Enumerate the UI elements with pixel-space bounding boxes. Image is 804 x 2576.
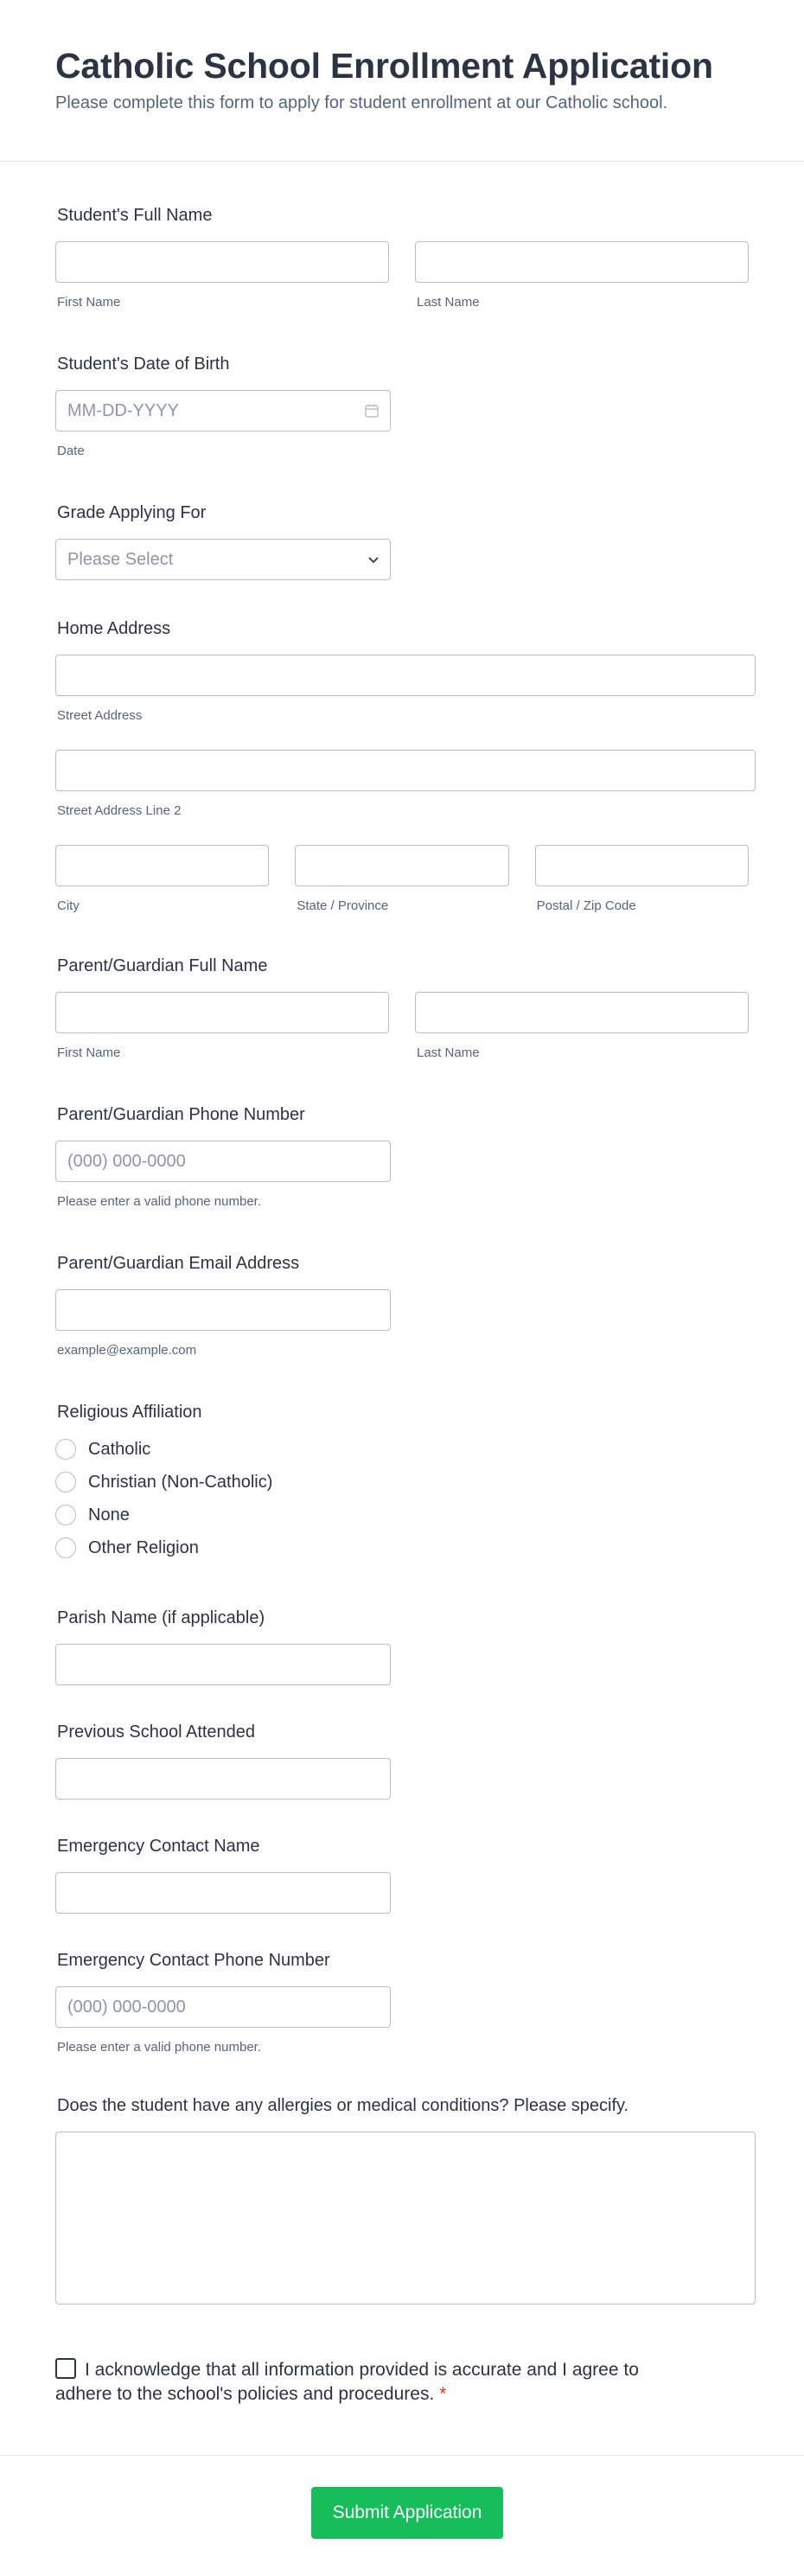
medical-textarea[interactable] <box>55 2132 756 2304</box>
religion-option-other[interactable]: Other Religion <box>55 1531 749 1564</box>
form-page: Catholic School Enrollment Application P… <box>0 0 804 2576</box>
emergency-phone-question: Emergency Contact Phone Number (000) 000… <box>55 1950 749 2055</box>
last-name-sublabel: Last Name <box>417 295 480 310</box>
parish-question: Parish Name (if applicable) <box>55 1608 749 1685</box>
emergency-phone-input[interactable]: (000) 000-0000 <box>55 1986 391 2028</box>
radio-button[interactable] <box>55 1537 76 1558</box>
address-question: Home Address Street Address Street Addre… <box>55 618 756 914</box>
guardian-first-name-input[interactable] <box>55 992 389 1033</box>
grade-question: Grade Applying For Please Select <box>55 502 749 580</box>
radio-label: Catholic <box>88 1439 151 1459</box>
emergency-name-question: Emergency Contact Name <box>55 1836 749 1914</box>
medical-label: Does the student have any allergies or m… <box>57 2096 629 2115</box>
street-address-line2-sublabel: Street Address Line 2 <box>57 803 182 818</box>
dob-sublabel: Date <box>57 444 85 458</box>
radio-button[interactable] <box>55 1439 76 1460</box>
dob-label: Student's Date of Birth <box>57 355 230 374</box>
acknowledge-checkbox[interactable] <box>55 2358 76 2379</box>
acknowledge-block[interactable]: I acknowledge that all information provi… <box>55 2356 678 2407</box>
street-address-line2-input[interactable] <box>55 750 756 791</box>
state-input[interactable] <box>295 845 509 886</box>
previous-school-label: Previous School Attended <box>57 1723 256 1742</box>
student-name-question: Student's Full Name First Name Last Name <box>55 205 749 310</box>
student-first-name-input[interactable] <box>55 241 389 283</box>
guardian-email-question: Parent/Guardian Email Address example@ex… <box>55 1253 749 1358</box>
guardian-email-label: Parent/Guardian Email Address <box>57 1254 300 1273</box>
religion-options: Catholic Christian (Non-Catholic) None O… <box>55 1433 749 1564</box>
zip-input[interactable] <box>534 845 749 886</box>
religion-question: Religious Affiliation Catholic Christian… <box>55 1402 749 1564</box>
parish-input[interactable] <box>55 1644 391 1685</box>
parish-label: Parish Name (if applicable) <box>57 1608 265 1627</box>
radio-label: Other Religion <box>88 1537 199 1557</box>
first-name-sublabel: First Name <box>57 295 121 310</box>
acknowledge-text: I acknowledge that all information provi… <box>55 2360 639 2404</box>
religion-option-catholic[interactable]: Catholic <box>55 1433 749 1466</box>
previous-school-input[interactable] <box>55 1758 391 1799</box>
guardian-email-input[interactable] <box>55 1289 391 1331</box>
religion-option-none[interactable]: None <box>55 1499 749 1531</box>
guardian-last-name-input[interactable] <box>415 992 749 1033</box>
guardian-phone-input[interactable]: (000) 000-0000 <box>55 1141 391 1182</box>
acknowledge-question: I acknowledge that all information provi… <box>55 2356 749 2407</box>
form-body: Student's Full Name First Name Last Name… <box>0 205 804 2407</box>
street-address-sublabel: Street Address <box>57 708 143 723</box>
religion-option-christian[interactable]: Christian (Non-Catholic) <box>55 1466 749 1499</box>
city-sublabel: City <box>57 898 80 913</box>
previous-school-question: Previous School Attended <box>55 1722 749 1799</box>
zip-sublabel: Postal / Zip Code <box>536 898 636 913</box>
chevron-down-icon <box>368 557 379 564</box>
emergency-phone-placeholder: (000) 000-0000 <box>67 1998 186 2017</box>
dob-question: Student's Date of Birth MM-DD-YYYY Date <box>55 354 749 459</box>
guardian-first-name-sublabel: First Name <box>57 1045 121 1060</box>
emergency-name-label: Emergency Contact Name <box>57 1837 260 1856</box>
emergency-phone-sublabel: Please enter a valid phone number. <box>57 2040 261 2055</box>
medical-question: Does the student have any allergies or m… <box>55 2095 756 2304</box>
street-address-input[interactable] <box>55 655 756 696</box>
grade-select[interactable]: Please Select <box>55 539 391 580</box>
guardian-phone-placeholder: (000) 000-0000 <box>67 1152 186 1171</box>
guardian-phone-question: Parent/Guardian Phone Number (000) 000-0… <box>55 1104 749 1210</box>
page-subtitle: Please complete this form to apply for s… <box>55 93 668 112</box>
submit-button[interactable]: Submit Application <box>311 2487 503 2539</box>
guardian-phone-label: Parent/Guardian Phone Number <box>57 1105 305 1124</box>
radio-label: None <box>88 1505 130 1525</box>
radio-button[interactable] <box>55 1505 76 1525</box>
radio-button[interactable] <box>55 1472 76 1493</box>
form-header: Catholic School Enrollment Application P… <box>0 0 804 162</box>
dob-input[interactable]: MM-DD-YYYY <box>55 390 391 431</box>
page-title: Catholic School Enrollment Application <box>55 46 713 86</box>
dob-placeholder: MM-DD-YYYY <box>67 401 179 420</box>
address-label: Home Address <box>57 619 171 638</box>
emergency-phone-label: Emergency Contact Phone Number <box>57 1951 330 1970</box>
guardian-phone-sublabel: Please enter a valid phone number. <box>57 1194 261 1209</box>
grade-selected-value: Please Select <box>67 550 174 569</box>
guardian-last-name-sublabel: Last Name <box>417 1045 480 1060</box>
form-footer: Submit Application <box>0 2455 804 2576</box>
required-asterisk: * <box>439 2384 447 2404</box>
calendar-icon[interactable] <box>364 403 380 419</box>
grade-label: Grade Applying For <box>57 503 207 522</box>
city-input[interactable] <box>55 845 270 886</box>
guardian-email-sublabel: example@example.com <box>57 1343 197 1358</box>
guardian-name-label: Parent/Guardian Full Name <box>57 956 268 975</box>
radio-label: Christian (Non-Catholic) <box>88 1472 273 1492</box>
student-last-name-input[interactable] <box>415 241 749 283</box>
state-sublabel: State / Province <box>297 898 389 913</box>
religion-label: Religious Affiliation <box>57 1403 202 1422</box>
guardian-name-question: Parent/Guardian Full Name First Name Las… <box>55 956 749 1061</box>
emergency-name-input[interactable] <box>55 1872 391 1914</box>
student-name-label: Student's Full Name <box>57 206 213 225</box>
